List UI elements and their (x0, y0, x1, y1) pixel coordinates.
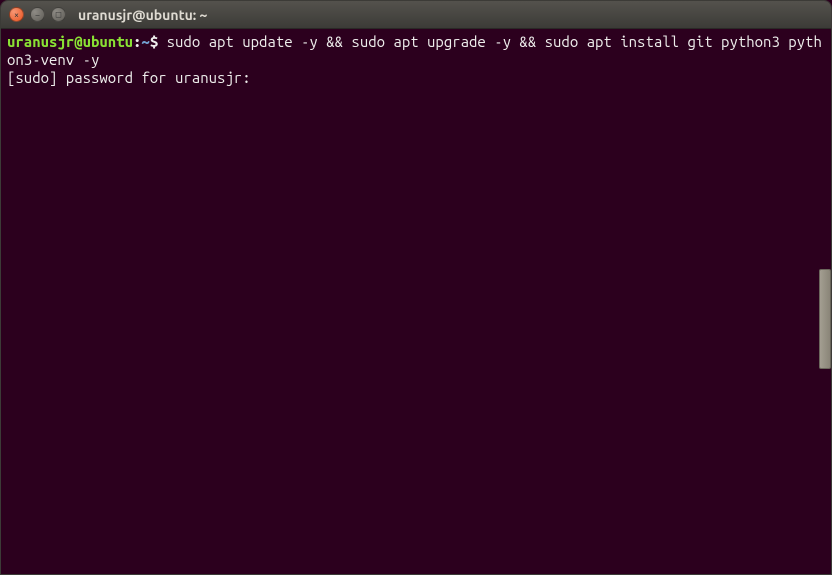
scrollbar-thumb[interactable] (819, 269, 831, 369)
window-title: uranusjr@ubuntu: ~ (78, 7, 207, 23)
window-controls: × − □ (9, 7, 66, 22)
close-icon: × (14, 10, 19, 20)
minimize-icon: − (35, 10, 40, 20)
prompt-symbol: $ (150, 33, 158, 50)
prompt-path: ~ (141, 33, 149, 50)
titlebar[interactable]: × − □ uranusjr@ubuntu: ~ (1, 1, 831, 29)
terminal-window: × − □ uranusjr@ubuntu: ~ uranusjr@ubuntu… (0, 0, 832, 575)
close-button[interactable]: × (9, 7, 24, 22)
output-line: [sudo] password for uranusjr: (7, 69, 825, 87)
maximize-icon: □ (56, 9, 61, 20)
maximize-button[interactable]: □ (51, 7, 66, 22)
minimize-button[interactable]: − (30, 7, 45, 22)
terminal-body[interactable]: uranusjr@ubuntu:~$ sudo apt update -y &&… (1, 29, 831, 574)
prompt-user-host: uranusjr@ubuntu (7, 33, 133, 50)
command-line: uranusjr@ubuntu:~$ sudo apt update -y &&… (7, 33, 825, 69)
